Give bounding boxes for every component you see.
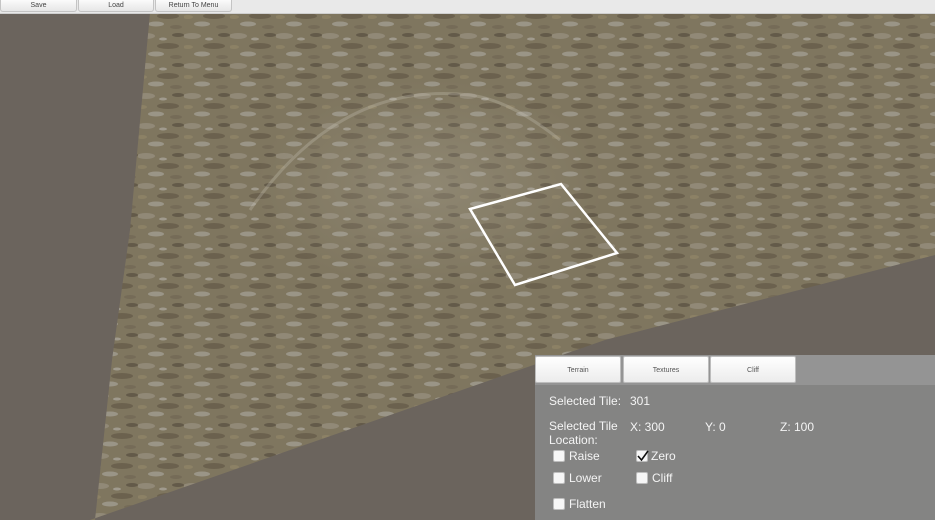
raise-label: Raise	[569, 449, 600, 463]
return-to-menu-button[interactable]: Return To Menu	[155, 0, 232, 12]
cliff-checkbox[interactable]	[636, 472, 648, 484]
checkmark-icon	[637, 450, 649, 462]
cliff-label: Cliff	[652, 471, 673, 485]
raise-checkbox[interactable]	[553, 450, 565, 462]
terrain-editor-panel: Terrain Textures Cliff Selected Tile: 30…	[535, 355, 935, 520]
save-button[interactable]: Save	[0, 0, 77, 12]
selected-tile-label: Selected Tile:	[549, 394, 622, 408]
tab-terrain[interactable]: Terrain	[535, 356, 621, 383]
tile-location-label-line1: Selected Tile	[549, 419, 618, 433]
tile-z-value: Z: 100	[780, 420, 815, 434]
flatten-checkbox[interactable]	[553, 498, 565, 510]
selected-tile-value: 301	[630, 394, 651, 408]
zero-checkbox[interactable]	[636, 450, 649, 462]
lower-label: Lower	[569, 471, 602, 485]
tile-y-value: Y: 0	[705, 420, 726, 434]
top-menu-bar: Save Load Return To Menu	[0, 0, 935, 14]
load-button[interactable]: Load	[78, 0, 154, 12]
flatten-label: Flatten	[569, 497, 606, 511]
terrain-hill	[255, 80, 605, 290]
tab-bar: Terrain Textures Cliff	[535, 355, 935, 385]
zero-label: Zero	[651, 449, 676, 463]
lower-checkbox[interactable]	[553, 472, 565, 484]
tile-x-value: X: 300	[630, 420, 665, 434]
tile-location-label-line2: Location:	[549, 433, 598, 447]
tab-textures[interactable]: Textures	[623, 356, 709, 383]
tab-cliff[interactable]: Cliff	[710, 356, 796, 383]
